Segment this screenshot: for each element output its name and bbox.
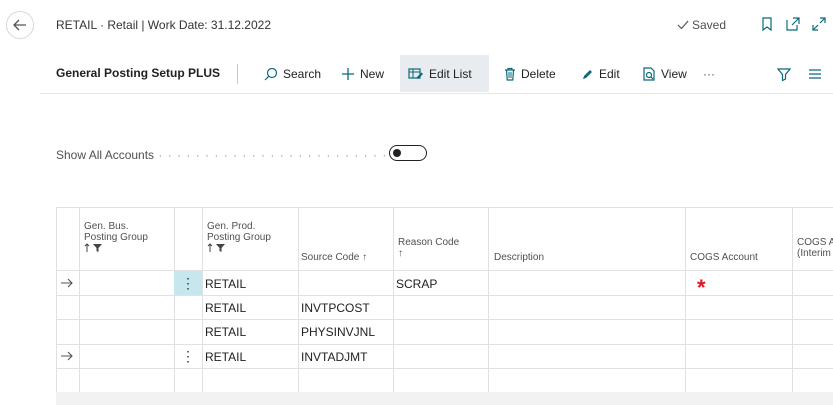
cell-source-code[interactable]: PHYSINVJNL — [301, 325, 375, 339]
col-gen-prod-posting-group[interactable]: Gen. Prod. Posting Group — [207, 221, 271, 256]
check-icon — [677, 20, 689, 30]
col-header-line: (Interim — [797, 248, 831, 259]
sort-up-icon — [84, 243, 90, 252]
cell-gen-prod[interactable]: RETAIL — [205, 350, 246, 364]
toggle-knob — [393, 148, 401, 157]
col-source-code[interactable]: Source Code ↑ — [301, 252, 367, 263]
view-icon — [643, 66, 655, 81]
show-all-accounts-label: Show All Accounts · · · · · · · · · · · … — [56, 148, 386, 162]
back-button[interactable] — [6, 11, 34, 39]
grid-footer — [56, 392, 833, 405]
col-cogs-account-interim[interactable]: COGS A (Interim — [797, 237, 833, 259]
cell-gen-prod[interactable]: RETAIL — [205, 325, 246, 339]
more-actions-button[interactable]: ··· — [695, 55, 723, 92]
delete-label: Delete — [521, 66, 556, 81]
saved-label: Saved — [692, 18, 727, 32]
row-actions-icon[interactable]: ⋮ — [174, 271, 202, 295]
cell-gen-prod[interactable]: RETAIL — [205, 277, 246, 291]
col-cogs-account[interactable]: COGS Account — [690, 252, 758, 263]
row-arrow-icon — [61, 278, 73, 288]
divider — [237, 64, 238, 84]
col-reason-code[interactable]: Reason Code ↑ — [398, 237, 459, 259]
cell-gen-prod[interactable]: RETAIL — [205, 301, 246, 315]
edit-button[interactable]: Edit — [574, 55, 628, 92]
col-header-line: Gen. Prod. — [207, 221, 256, 232]
page-title: General Posting Setup PLUS — [56, 66, 221, 80]
plus-icon — [342, 67, 354, 80]
new-button[interactable]: New — [333, 55, 392, 92]
filter-button[interactable] — [769, 55, 799, 92]
list-icon — [809, 68, 821, 79]
expand-icon[interactable] — [810, 15, 828, 33]
edit-list-label: Edit List — [429, 66, 472, 81]
bookmark-icon[interactable] — [758, 15, 776, 33]
search-icon — [264, 67, 278, 80]
search-button[interactable]: Search — [256, 55, 329, 92]
posting-setup-grid: Gen. Bus. Posting Group Gen. Prod. Posti… — [56, 207, 833, 393]
row-arrow-icon — [61, 351, 73, 361]
col-header-line: Posting Group — [207, 232, 271, 243]
col-header-line: Gen. Bus. — [84, 221, 129, 232]
view-button[interactable]: View — [634, 55, 695, 92]
col-header-line: COGS A — [797, 237, 833, 248]
col-header-line: ↑ — [398, 248, 403, 259]
sort-filter-indicator — [207, 243, 271, 256]
col-header-line: Source Code ↑ — [301, 252, 368, 263]
show-all-accounts-text: Show All Accounts — [56, 148, 155, 162]
required-indicator: * — [697, 275, 706, 300]
sort-up-icon — [207, 243, 213, 252]
more-actions-label: ··· — [703, 66, 715, 81]
saved-status: Saved — [677, 18, 726, 32]
filter-funnel-icon — [216, 244, 225, 252]
cell-reason-code[interactable]: SCRAP — [396, 277, 437, 291]
page-context-title: RETAIL · Retail | Work Date: 31.12.2022 — [56, 18, 271, 32]
col-gen-bus-posting-group[interactable]: Gen. Bus. Posting Group — [84, 221, 148, 256]
new-label: New — [360, 66, 385, 81]
col-header-line: Reason Code — [398, 237, 460, 248]
cell-source-code[interactable]: INVTADJMT — [301, 350, 367, 364]
edit-label: Edit — [599, 66, 620, 81]
col-header-line: Posting Group — [84, 232, 148, 243]
delete-icon — [505, 67, 515, 81]
cell-source-code[interactable]: INVTPCOST — [301, 301, 370, 315]
col-header-line: Description — [494, 252, 545, 263]
edit-list-button[interactable]: Edit List — [400, 55, 489, 92]
back-arrow-icon — [13, 19, 26, 31]
view-label: View — [661, 66, 687, 81]
list-view-button[interactable] — [800, 55, 830, 92]
filter-funnel-icon — [93, 244, 102, 252]
filter-icon — [777, 67, 791, 81]
delete-button[interactable]: Delete — [496, 55, 564, 92]
row-actions-icon[interactable]: ⋮ — [174, 344, 202, 368]
show-all-accounts-toggle[interactable] — [389, 145, 427, 161]
edit-pencil-icon — [583, 69, 592, 79]
sort-filter-indicator — [84, 243, 148, 256]
action-bar: General Posting Setup PLUS Search New Ed… — [40, 55, 833, 94]
open-new-window-icon[interactable] — [784, 15, 802, 33]
search-label: Search — [283, 66, 322, 81]
col-description[interactable]: Description — [494, 252, 544, 263]
col-header-line: COGS Account — [690, 252, 758, 263]
edit-list-icon — [408, 67, 423, 79]
